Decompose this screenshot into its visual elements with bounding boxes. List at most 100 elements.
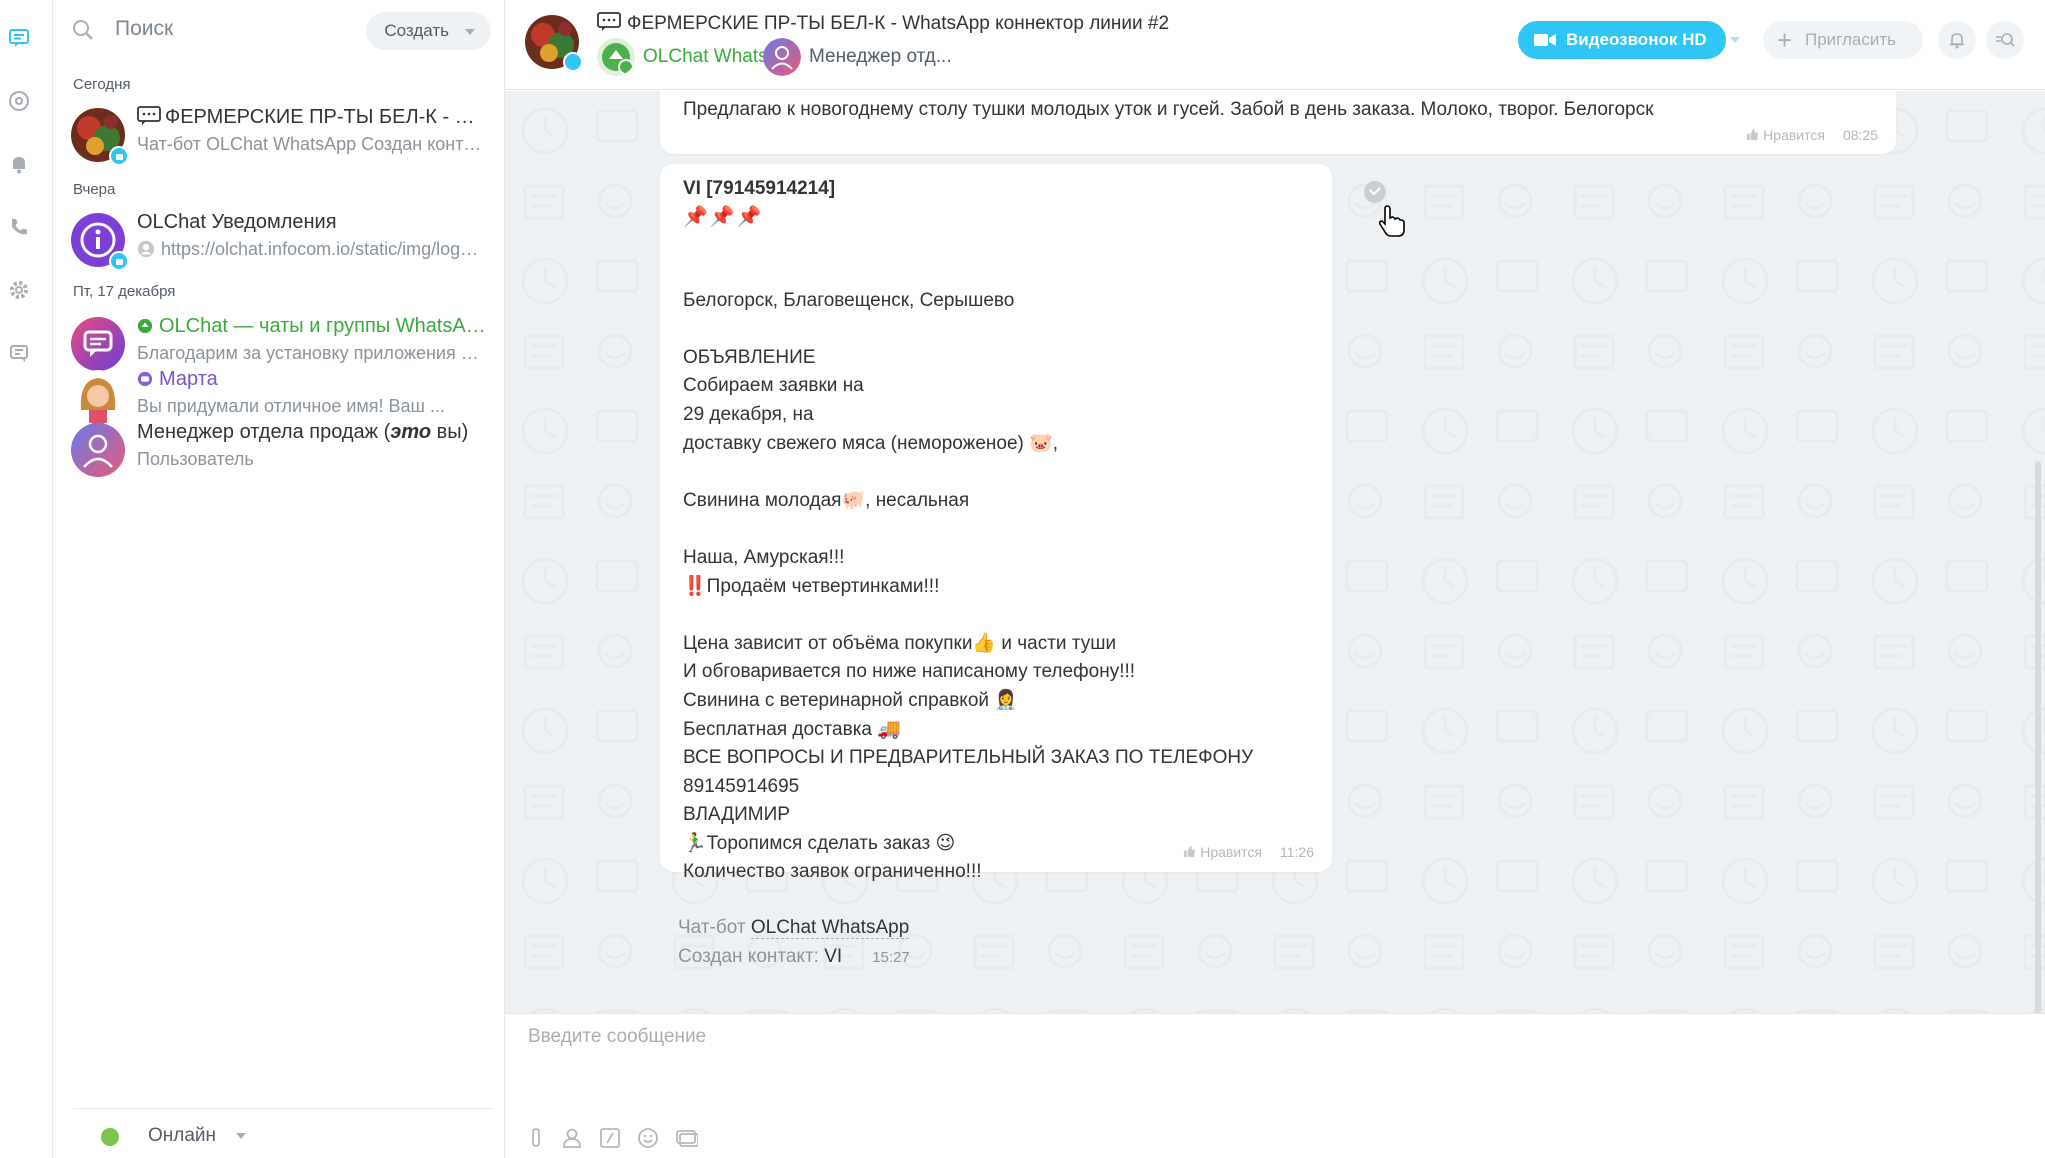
video-call-button[interactable]: Видеозвонок HD xyxy=(1518,21,1726,59)
message-line xyxy=(683,601,1323,630)
search-input[interactable]: Поиск xyxy=(115,17,173,41)
avatar xyxy=(597,38,635,76)
notifications-icon[interactable] xyxy=(7,152,31,176)
section-yesterday: Вчера xyxy=(73,181,116,198)
message-bubble: VI [79145914214] 📌📌📌 Белогорск, Благовещ… xyxy=(660,164,1332,882)
message-line xyxy=(683,315,1323,344)
message-time: 08:25 xyxy=(1842,127,1878,143)
chat-preview: Пользователь xyxy=(137,449,254,469)
message-line: Свинина молодая🐖, несальная xyxy=(683,489,970,511)
message-line: Бесплатная доставка 🚚 xyxy=(683,718,901,740)
open-line-icon xyxy=(137,318,153,334)
chevron-down-icon[interactable] xyxy=(1730,37,1740,43)
message-history[interactable]: Предлагаю к новогоднему столу тушки моло… xyxy=(505,91,2045,1013)
command-icon[interactable] xyxy=(598,1126,624,1152)
chat-header: ФЕРМЕРСКИЕ ПР-ТЫ БЕЛ-К - WhatsApp коннек… xyxy=(505,0,2045,90)
thumbs-up-icon xyxy=(1747,128,1759,141)
pin-emojis: 📌📌📌 xyxy=(683,206,764,228)
system-label: Создан контакт: xyxy=(678,946,825,967)
smile-icon[interactable] xyxy=(636,1126,662,1152)
message-line xyxy=(683,458,1323,487)
create-button[interactable]: Создать xyxy=(366,12,491,50)
like-label: Нравится xyxy=(1200,844,1262,860)
chat-item-farm[interactable]: ФЕРМЕРСКИЕ ПР-ТЫ БЕЛ-К - WhatsApp коннек… xyxy=(71,104,491,174)
chat-preview: Чат-бот OLChat WhatsApp Создан контакт: … xyxy=(137,134,487,154)
screen-icon[interactable] xyxy=(674,1126,700,1152)
scrollbar[interactable] xyxy=(2035,461,2041,1013)
like-label: Нравится xyxy=(1763,127,1825,143)
chat-title: OLChat Уведомления xyxy=(137,211,337,233)
message-time: 11:26 xyxy=(1280,844,1314,860)
chat-item-olchat-notifications[interactable]: OLChat Уведомления https://olchat.infoco… xyxy=(71,209,491,279)
system-prefix: Чат-бот xyxy=(678,917,751,938)
message-line: Наша, Амурская!!! xyxy=(683,546,845,568)
search-icon xyxy=(1996,33,2015,47)
chat-preview: Благодарим за установку приложения OLCha… xyxy=(137,343,487,363)
status-selector[interactable]: Онлайн xyxy=(73,1108,493,1158)
message-line: 29 декабря, на xyxy=(683,403,814,425)
attach-icon[interactable] xyxy=(525,1126,551,1152)
chat-list-panel: Поиск Создать Сегодня ФЕРМЕРСКИЕ ПР-ТЫ Б… xyxy=(53,0,505,1158)
avatar xyxy=(71,317,125,371)
hand-cursor-icon xyxy=(1378,205,1405,237)
message-composer[interactable]: Введите сообщение xyxy=(505,1013,2045,1158)
message-line xyxy=(683,515,1323,544)
chat-title[interactable]: ФЕРМЕРСКИЕ ПР-ТЫ БЕЛ-К - WhatsApp коннек… xyxy=(627,13,1169,34)
plus-icon: + xyxy=(1777,25,1793,55)
phone-icon[interactable] xyxy=(7,215,31,239)
invite-button[interactable]: + Пригласить xyxy=(1763,21,1923,59)
chat-title-tail: вы) xyxy=(436,421,469,443)
member-manager[interactable]: Менеджер отд... xyxy=(763,38,963,78)
chat-area: ФЕРМЕРСКИЕ ПР-ТЫ БЕЛ-К - WhatsApp коннек… xyxy=(505,0,2045,1158)
section-friday: Пт, 17 декабря xyxy=(73,283,176,300)
bell-icon xyxy=(1950,33,1964,49)
member-name: Менеджер отд... xyxy=(809,46,952,67)
contact-icon[interactable] xyxy=(560,1126,586,1152)
system-message: Чат-бот OLChat WhatsApp Создан контакт: … xyxy=(678,913,910,972)
chat-preview: Вы придумали отличное имя! Ваш ... xyxy=(137,396,446,416)
thumbs-up-icon xyxy=(1184,845,1196,858)
chat-title: OLChat — чаты и группы WhatsApp xyxy=(159,315,487,337)
message-text: Белогорск, Благовещенск, Серышево ОБЪЯВЛЕ… xyxy=(683,258,1323,887)
message-line: Собираем заявки на xyxy=(683,375,864,397)
avatar xyxy=(71,370,125,424)
lock-icon xyxy=(109,251,129,271)
online-status-dot xyxy=(101,1128,119,1146)
chat-title: Менеджер отдела продаж ( xyxy=(137,421,391,443)
message-text: Предлагаю к новогоднему столу тушки моло… xyxy=(683,99,1654,120)
channels-icon[interactable] xyxy=(7,89,31,113)
chevron-down-icon xyxy=(236,1133,246,1139)
group-chat-icon xyxy=(597,12,621,31)
search-bar[interactable]: Поиск Создать xyxy=(71,12,491,50)
camera-icon xyxy=(1534,34,1556,46)
like-button[interactable]: Нравится xyxy=(1746,127,1825,143)
message-line: И обговаривается по ниже написаному теле… xyxy=(683,661,1136,683)
chat-title: ФЕРМЕРСКИЕ ПР-ТЫ БЕЛ-К - WhatsApp коннек… xyxy=(165,106,487,128)
message-line: ‼️Продаём четвертинками!!! xyxy=(683,575,940,597)
chat-search-button[interactable] xyxy=(1986,21,2024,59)
contact-name: VI xyxy=(824,946,843,967)
bot-link[interactable]: OLChat WhatsApp xyxy=(750,917,910,939)
message-line: 89145914695 xyxy=(683,775,800,797)
message-line: Свинина с ветеринарной справкой 👩‍⚕️ xyxy=(683,689,1018,711)
chat-item-sales-manager[interactable]: Менеджер отдела продаж (это вы) Пользова… xyxy=(71,419,491,489)
status-label: Онлайн xyxy=(148,1125,217,1146)
message-line xyxy=(683,258,1323,287)
message-line: Белогорск, Благовещенск, Серышево xyxy=(683,289,1015,311)
tasks-icon[interactable] xyxy=(7,341,31,365)
lock-icon xyxy=(563,52,583,72)
check-icon[interactable] xyxy=(1364,181,1386,203)
chat-title: Марта xyxy=(159,368,218,390)
avatar xyxy=(763,38,801,76)
bot-icon xyxy=(137,371,153,387)
user-icon xyxy=(137,240,155,258)
message-input[interactable]: Введите сообщение xyxy=(528,1026,706,1048)
lock-icon xyxy=(109,146,129,166)
like-button[interactable]: Нравится xyxy=(1183,844,1262,860)
settings-icon[interactable] xyxy=(7,278,31,302)
message-author[interactable]: VI [79145914214] xyxy=(683,178,835,200)
message-line: Количество заявок ограниченно!!! xyxy=(683,861,982,883)
bell-button[interactable] xyxy=(1938,21,1976,59)
chat-icon[interactable] xyxy=(7,26,31,50)
message-bubble: Предлагаю к новогоднему столу тушки моло… xyxy=(660,91,1896,154)
